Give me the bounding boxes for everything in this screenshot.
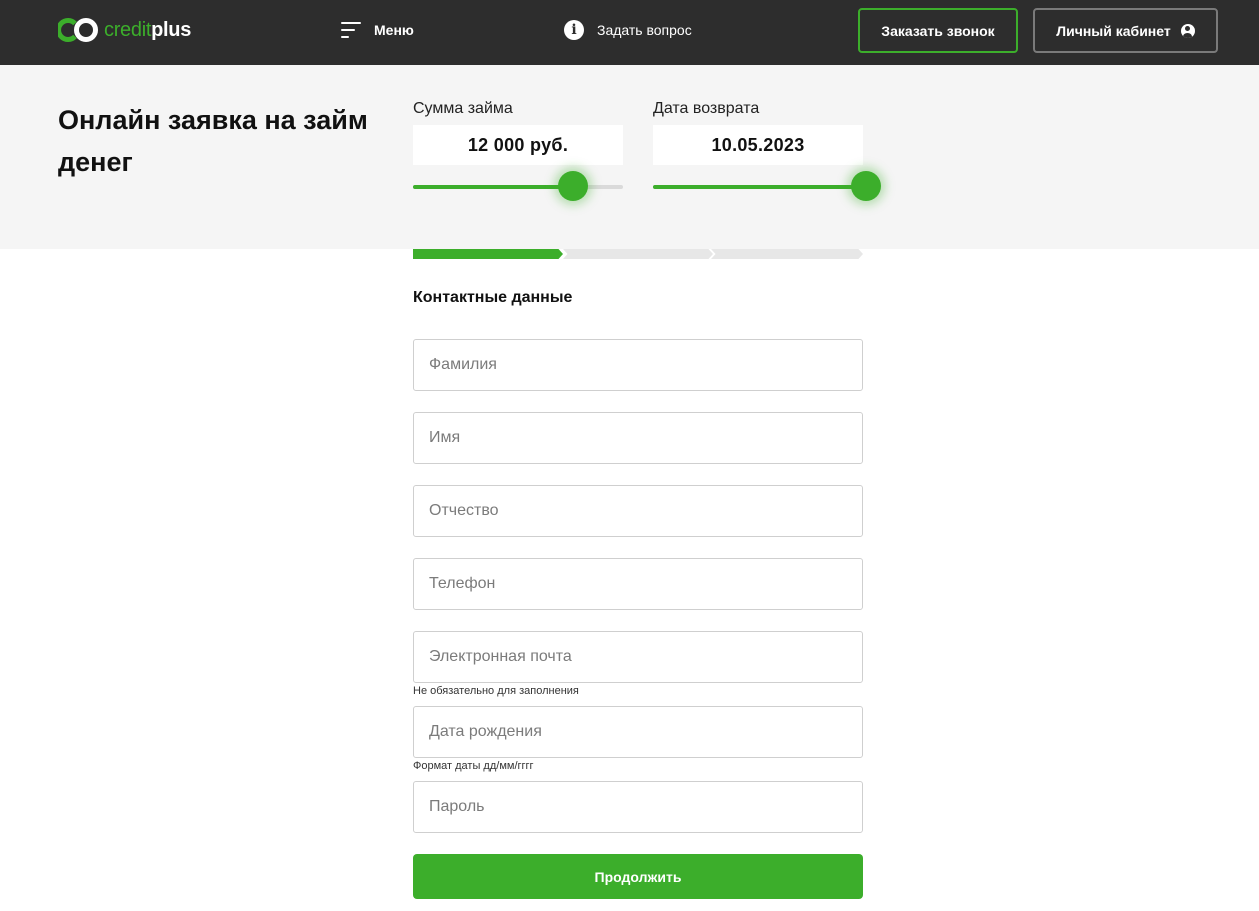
menu-button[interactable]: Меню: [341, 19, 414, 41]
ask-question-link[interactable]: i Задать вопрос: [564, 19, 692, 41]
personal-account-button[interactable]: Личный кабинет: [1033, 8, 1218, 53]
return-date-slider[interactable]: [653, 185, 866, 189]
menu-label: Меню: [374, 22, 414, 38]
logo-text: creditplus: [104, 18, 192, 41]
continue-button[interactable]: Продолжить: [413, 854, 863, 899]
password-input[interactable]: [413, 781, 863, 833]
progress-step-1: [413, 249, 563, 259]
progress-step-3: [711, 249, 863, 259]
contact-data-heading: Контактные данные: [413, 289, 573, 306]
return-date-label: Дата возврата: [653, 100, 760, 117]
personal-account-label: Личный кабинет: [1056, 22, 1171, 39]
return-date-value: 10.05.2023: [653, 125, 863, 165]
logo-icon: [58, 18, 98, 42]
loan-amount-value: 12 000 руб.: [413, 125, 623, 165]
top-navigation-bar: creditplus Меню i Задать вопрос Заказать…: [0, 0, 1259, 65]
page-title: Онлайн заявка на займ денег: [58, 105, 368, 177]
loan-amount-label: Сумма займа: [413, 100, 513, 117]
return-date-slider-handle[interactable]: [851, 171, 881, 201]
return-date-slider-fill: [653, 185, 866, 189]
ask-question-label: Задать вопрос: [597, 22, 692, 38]
info-icon: i: [564, 20, 584, 40]
loan-amount-slider-fill: [413, 185, 573, 189]
creditplus-logo[interactable]: creditplus: [58, 17, 191, 43]
user-icon: [1180, 23, 1195, 38]
form-progress-steps: [413, 249, 863, 259]
progress-step-2: [563, 249, 713, 259]
loan-amount-slider[interactable]: [413, 185, 623, 189]
phone-input[interactable]: [413, 558, 863, 610]
birth-date-input[interactable]: [413, 706, 863, 758]
birth-date-hint: Формат даты дд/мм/гггг: [413, 760, 534, 772]
email-input[interactable]: [413, 631, 863, 683]
loan-amount-slider-handle[interactable]: [558, 171, 588, 201]
last-name-input[interactable]: [413, 339, 863, 391]
first-name-input[interactable]: [413, 412, 863, 464]
middle-name-input[interactable]: [413, 485, 863, 537]
email-hint: Не обязательно для заполнения: [413, 685, 579, 697]
hamburger-icon: [341, 21, 363, 39]
order-call-button[interactable]: Заказать звонок: [858, 8, 1018, 53]
